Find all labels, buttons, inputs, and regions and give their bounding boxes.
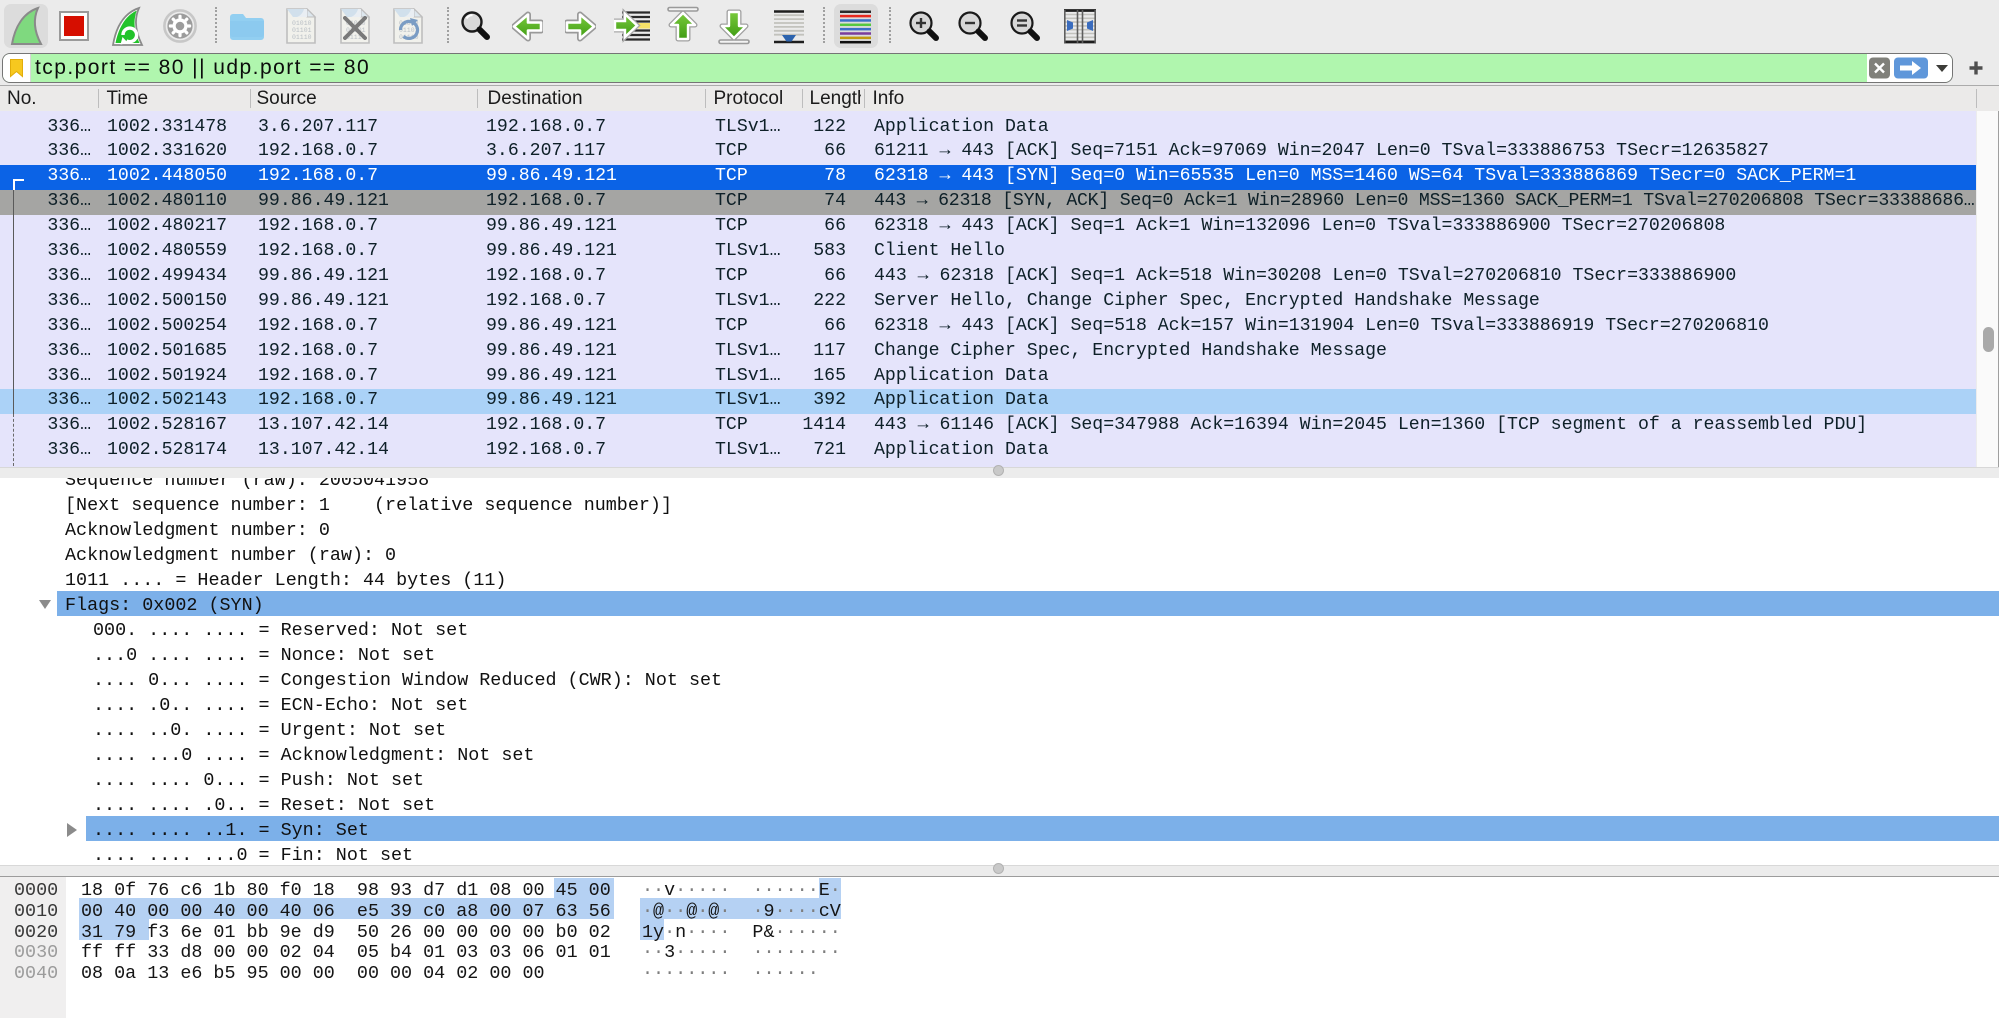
- svg-text:01010: 01010: [292, 20, 312, 27]
- svg-text:01110: 01110: [292, 34, 312, 41]
- svg-text:01101: 01101: [292, 27, 312, 34]
